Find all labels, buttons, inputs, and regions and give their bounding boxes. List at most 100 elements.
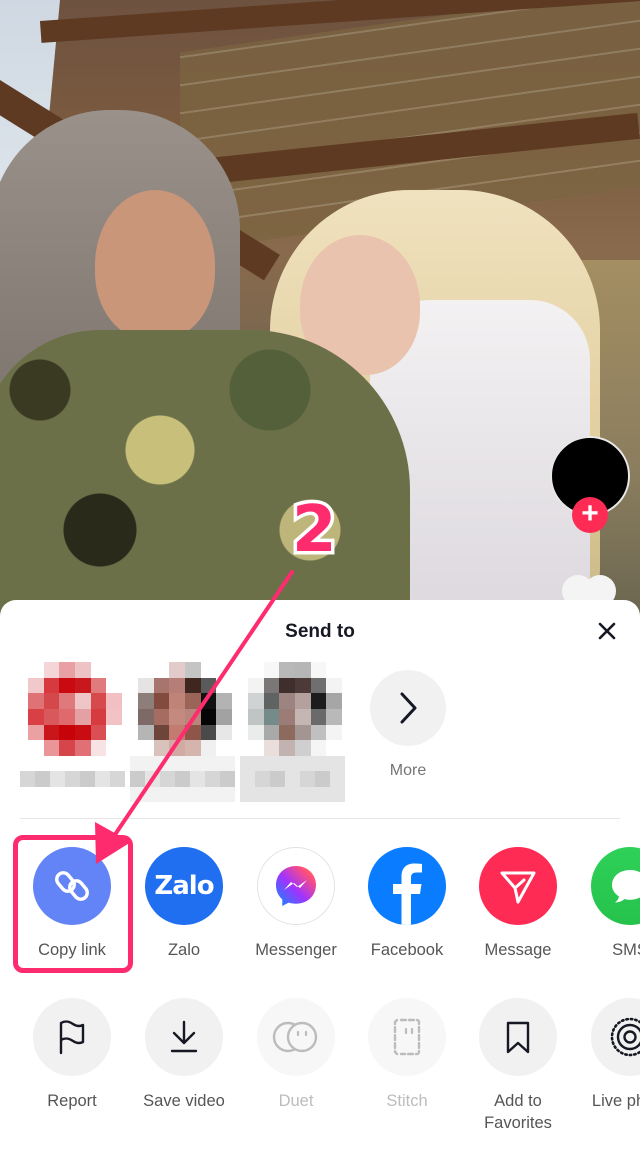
- person-1-face: [95, 190, 215, 340]
- follow-button[interactable]: +: [572, 497, 608, 533]
- pixel-block: [43, 693, 60, 709]
- pixel-block: [295, 724, 311, 741]
- pixel-block: [310, 708, 327, 725]
- pixel-block: [185, 662, 201, 678]
- pixel-block: [153, 740, 170, 756]
- pixel-block: [80, 786, 95, 802]
- pixel-block: [169, 662, 185, 678]
- download-icon: [170, 1020, 198, 1053]
- action-label: Save video: [143, 1092, 225, 1110]
- pixel-block: [185, 677, 201, 694]
- pixel-block: [160, 771, 175, 787]
- more-contacts-button[interactable]: [370, 670, 446, 746]
- action-label: Stitch: [386, 1092, 428, 1110]
- pixel-block: [248, 693, 264, 709]
- pixel-block: [200, 662, 217, 678]
- share-message[interactable]: Message: [462, 847, 574, 961]
- pixel-block: [43, 677, 60, 694]
- messenger-icon: [276, 866, 316, 906]
- stitch-icon: [393, 1018, 421, 1056]
- pixel-block: [75, 724, 91, 741]
- pixel-block: [326, 693, 342, 709]
- pixel-block: [295, 662, 311, 678]
- pixel-block: [106, 693, 122, 709]
- pixel-block: [75, 693, 91, 709]
- pixel-block: [169, 724, 185, 741]
- step-number-annotation: 2: [289, 493, 340, 567]
- pixel-block: [300, 771, 315, 787]
- pixel-block: [145, 786, 160, 802]
- close-button[interactable]: [592, 616, 622, 646]
- pixel-block: [248, 724, 264, 741]
- pixel-block: [95, 756, 110, 772]
- pixel-block: [295, 677, 311, 694]
- pixel-block: [185, 740, 201, 756]
- action-report[interactable]: Report: [16, 998, 128, 1112]
- pixel-block: [43, 724, 60, 741]
- share-messenger[interactable]: Messenger: [240, 847, 352, 961]
- pixel-block: [175, 771, 190, 787]
- pixel-block: [90, 662, 107, 678]
- pixel-block: [43, 662, 60, 678]
- pixel-block: [185, 693, 201, 709]
- pixel-block: [59, 740, 75, 756]
- close-icon: [598, 622, 616, 640]
- pixel-block: [248, 677, 264, 694]
- pixel-block: [279, 740, 295, 756]
- pixel-block: [216, 662, 232, 678]
- pixel-block: [310, 693, 327, 709]
- action-add-to-favorites[interactable]: Add to Favorites: [462, 998, 574, 1134]
- action-save-video[interactable]: Save video: [128, 998, 240, 1112]
- share-zalo[interactable]: Zalo Zalo: [128, 847, 240, 961]
- facebook-icon: [393, 863, 422, 925]
- pixel-block: [59, 662, 75, 678]
- action-label-line: Add to: [494, 1092, 542, 1110]
- pixel-block: [263, 724, 280, 741]
- sms-icon: [612, 870, 640, 903]
- pixel-block: [240, 756, 255, 772]
- share-sms[interactable]: SMS: [574, 847, 640, 961]
- contact-item[interactable]: [240, 662, 350, 802]
- pixel-block: [50, 756, 65, 772]
- share-label: Facebook: [370, 941, 444, 959]
- action-live-photo[interactable]: Live photo: [574, 998, 640, 1112]
- pixel-block: [205, 756, 220, 772]
- contact-item[interactable]: [20, 662, 130, 802]
- plus-icon: +: [581, 497, 599, 530]
- pixel-block: [300, 756, 315, 772]
- pixel-block: [295, 708, 311, 725]
- pixel-block: [326, 724, 342, 741]
- pixel-block: [220, 771, 235, 787]
- pixel-block: [200, 708, 217, 725]
- pixel-block: [130, 771, 145, 787]
- pixel-block: [106, 708, 122, 725]
- pixel-block: [75, 740, 91, 756]
- pixel-block: [326, 677, 342, 694]
- pixel-block: [295, 693, 311, 709]
- pixel-block: [330, 786, 345, 802]
- action-stitch[interactable]: Stitch: [351, 998, 463, 1112]
- pixel-block: [160, 756, 175, 772]
- pixel-block: [315, 771, 330, 787]
- pixel-block: [153, 708, 170, 725]
- contact-item[interactable]: [130, 662, 240, 802]
- live-photo-icon: [610, 1017, 640, 1057]
- pixel-block: [43, 740, 60, 756]
- pixel-block: [315, 756, 330, 772]
- pixel-block: [138, 708, 154, 725]
- pixel-block: [310, 677, 327, 694]
- pixel-block: [153, 662, 170, 678]
- action-duet[interactable]: Duet: [240, 998, 352, 1112]
- pixel-block: [190, 756, 205, 772]
- pixel-block: [90, 740, 107, 756]
- pixel-block: [138, 693, 154, 709]
- chevron-right-icon: [400, 692, 417, 724]
- share-facebook[interactable]: Facebook: [351, 847, 463, 961]
- contact-avatar-pixelated: [138, 662, 232, 756]
- pixel-block: [153, 677, 170, 694]
- pixel-block: [50, 786, 65, 802]
- pixel-block: [90, 708, 107, 725]
- pixel-block: [190, 786, 205, 802]
- pixel-block: [315, 786, 330, 802]
- pixel-block: [270, 756, 285, 772]
